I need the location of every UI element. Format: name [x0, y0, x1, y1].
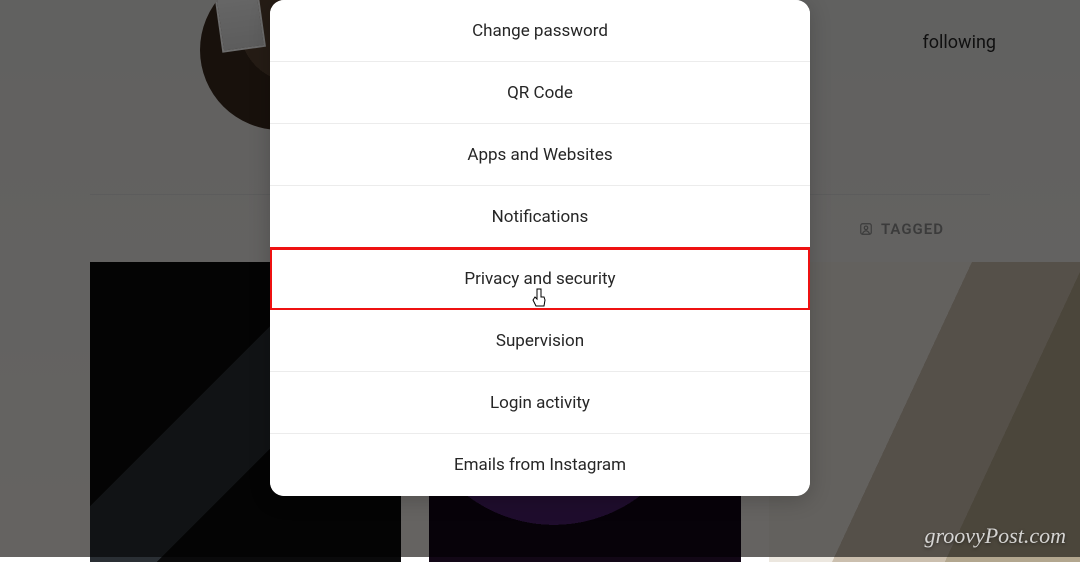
pointer-cursor-icon — [531, 288, 549, 308]
settings-item-label: Privacy and security — [464, 269, 615, 289]
settings-item-label: Emails from Instagram — [454, 455, 626, 475]
settings-item-label: QR Code — [507, 83, 573, 103]
settings-item-label: Notifications — [492, 207, 589, 227]
settings-item-privacy-security[interactable]: Privacy and security — [270, 248, 810, 310]
settings-item-qr-code[interactable]: QR Code — [270, 62, 810, 124]
watermark: groovyPost.com — [924, 523, 1066, 549]
settings-item-login-activity[interactable]: Login activity — [270, 372, 810, 434]
settings-item-notifications[interactable]: Notifications — [270, 186, 810, 248]
settings-item-label: Login activity — [490, 393, 590, 413]
settings-item-apps-websites[interactable]: Apps and Websites — [270, 124, 810, 186]
settings-item-supervision[interactable]: Supervision — [270, 310, 810, 372]
settings-item-change-password[interactable]: Change password — [270, 0, 810, 62]
settings-item-label: Supervision — [496, 331, 584, 351]
settings-item-label: Apps and Websites — [467, 145, 612, 165]
settings-item-label: Change password — [472, 21, 608, 41]
settings-item-emails-instagram[interactable]: Emails from Instagram — [270, 434, 810, 496]
settings-modal: Change password QR Code Apps and Websites N… — [270, 0, 810, 496]
